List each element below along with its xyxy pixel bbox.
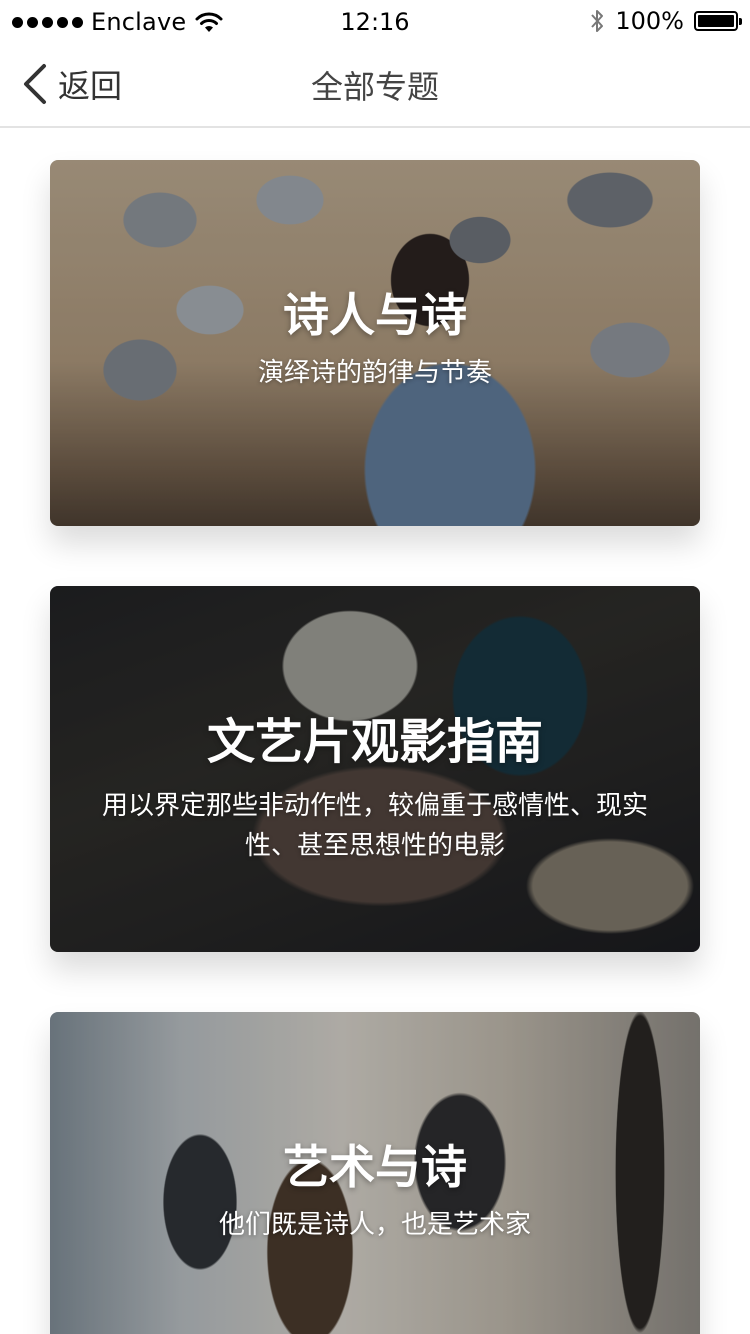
topic-card-subtitle: 用以界定那些非动作性，较偏重于感情性、现实性、甚至思想性的电影	[101, 790, 648, 861]
nav-bar: 返回 全部专题	[0, 40, 750, 128]
topic-card-title: 文艺片观影指南	[206, 714, 543, 770]
topic-card-text: 文艺片观影指南 用以界定那些非动作性，较偏重于感情性、现实性、甚至思想性的电影	[80, 714, 670, 866]
topic-card-title: 诗人与诗	[283, 288, 467, 342]
back-label: 返回	[58, 67, 123, 105]
topic-card-subtitle: 他们既是诗人，也是艺术家	[218, 1210, 531, 1241]
topic-card-text: 艺术与诗 他们既是诗人，也是艺术家	[80, 1140, 670, 1245]
status-bar: Enclave 12:16 100%	[0, 0, 750, 40]
topic-card-art-and-poetry[interactable]: 艺术与诗 他们既是诗人，也是艺术家	[50, 1012, 700, 1334]
topic-card-subtitle: 演绎诗的韵律与节奏	[257, 358, 492, 389]
battery-percent: 100%	[615, 7, 684, 35]
chevron-left-icon	[24, 64, 46, 104]
status-right: 100%	[589, 6, 742, 36]
bluetooth-icon	[591, 10, 604, 32]
battery-fill	[698, 15, 734, 27]
topic-card-text: 诗人与诗 演绎诗的韵律与节奏	[80, 288, 670, 393]
topic-card-poets-and-poems[interactable]: 诗人与诗 演绎诗的韵律与节奏	[50, 160, 700, 526]
topics-screen: Enclave 12:16 100% 返回 全部专题 诗人与诗 演绎诗的韵律与节…	[0, 0, 750, 1334]
back-button[interactable]: 返回	[20, 60, 122, 108]
topic-card-art-film-guide[interactable]: 文艺片观影指南 用以界定那些非动作性，较偏重于感情性、现实性、甚至思想性的电影	[50, 586, 700, 952]
battery-icon	[694, 11, 742, 31]
topic-card-title: 艺术与诗	[283, 1140, 467, 1194]
